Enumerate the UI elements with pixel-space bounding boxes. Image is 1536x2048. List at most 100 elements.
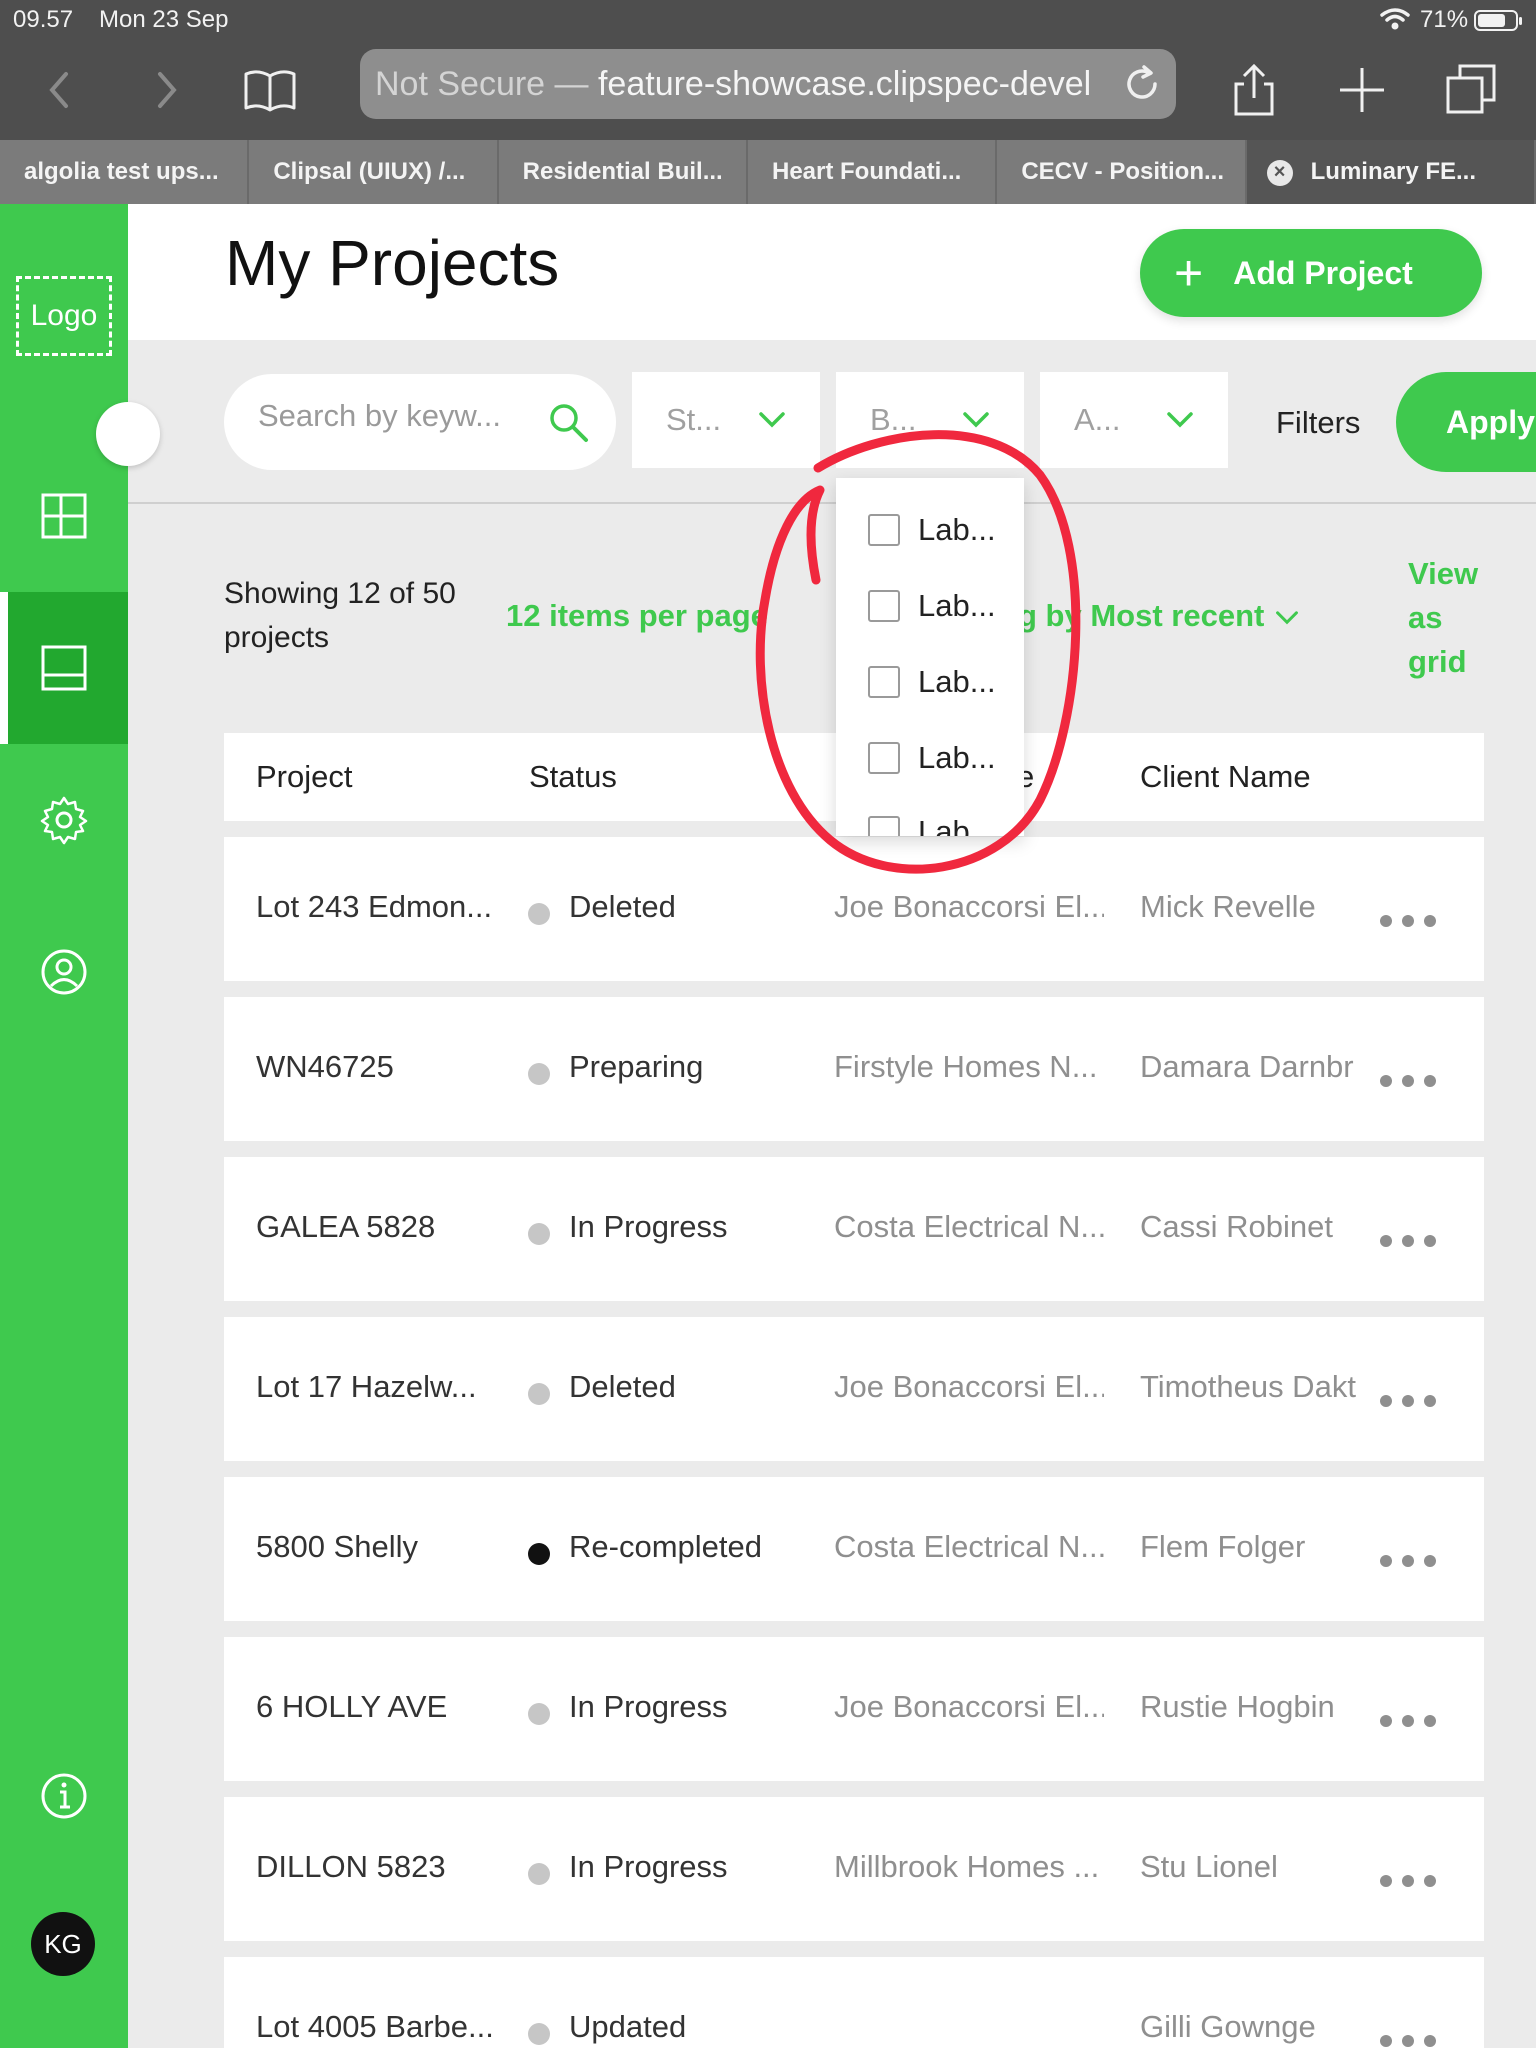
more-options-icon[interactable] bbox=[1380, 1859, 1446, 1889]
table-row[interactable]: WN46725 Preparing Firstyle Homes N... Da… bbox=[224, 997, 1484, 1141]
more-options-icon[interactable] bbox=[1380, 899, 1446, 929]
client-name: Timotheus Dakt bbox=[1140, 1369, 1356, 1404]
browser-tab[interactable]: algolia test ups... bbox=[0, 140, 250, 204]
more-options-icon[interactable] bbox=[1380, 1059, 1446, 1089]
chevron-down-icon bbox=[963, 412, 989, 428]
more-options-icon[interactable] bbox=[1380, 1539, 1446, 1569]
option-label: Lab... bbox=[918, 664, 996, 699]
more-options-icon[interactable] bbox=[1380, 1379, 1446, 1409]
dropdown-option[interactable]: Lab... bbox=[868, 662, 996, 702]
more-options-icon[interactable] bbox=[1380, 1219, 1446, 1249]
table-row[interactable]: 5800 Shelly Re-completed Costa Electrica… bbox=[224, 1477, 1484, 1621]
search-icon[interactable] bbox=[544, 398, 592, 446]
project-name[interactable]: DILLON 5823 bbox=[256, 1849, 496, 1885]
checkbox[interactable] bbox=[868, 742, 900, 774]
project-status: Deleted bbox=[569, 1369, 676, 1404]
builder-dropdown[interactable]: B... bbox=[836, 372, 1024, 468]
project-name[interactable]: Lot 4005 Barbe... bbox=[256, 2009, 496, 2045]
battery-icon bbox=[1474, 10, 1522, 31]
chevron-down-icon bbox=[1167, 412, 1193, 428]
project-name[interactable]: 6 HOLLY AVE bbox=[256, 1689, 496, 1725]
sidebar-item-info[interactable] bbox=[0, 1720, 128, 1872]
dropdown-option[interactable]: Lab... bbox=[868, 510, 996, 550]
option-label: Lab... bbox=[918, 512, 996, 547]
dropdown-option[interactable]: Lab bbox=[868, 812, 970, 836]
reload-icon[interactable] bbox=[1122, 64, 1162, 104]
column-header-project[interactable]: Project bbox=[256, 759, 352, 795]
table-row[interactable]: GALEA 5828 In Progress Costa Electrical … bbox=[224, 1157, 1484, 1301]
address-bar[interactable]: Not Secure — feature-showcase.clipspec-d… bbox=[360, 49, 1176, 119]
project-name[interactable]: Lot 17 Hazelw... bbox=[256, 1369, 496, 1405]
browser-tab-active[interactable]: × Luminary FE... bbox=[1246, 140, 1536, 204]
status-dot bbox=[528, 1543, 550, 1565]
share-icon[interactable] bbox=[1224, 60, 1284, 120]
checkbox[interactable] bbox=[868, 666, 900, 698]
project-name[interactable]: Lot 243 Edmon... bbox=[256, 889, 496, 925]
sidebar-item-projects[interactable] bbox=[0, 592, 128, 744]
builder-name: Joe Bonaccorsi El... bbox=[834, 1369, 1104, 1404]
table-row[interactable]: 6 HOLLY AVE In Progress Joe Bonaccorsi E… bbox=[224, 1637, 1484, 1781]
table-row[interactable]: Lot 17 Hazelw... Deleted Joe Bonaccorsi … bbox=[224, 1317, 1484, 1461]
checkbox[interactable] bbox=[868, 514, 900, 546]
dropdown-option[interactable]: Lab... bbox=[868, 586, 996, 626]
view-as-grid-link[interactable]: View as grid bbox=[1408, 552, 1508, 684]
search-input[interactable]: Search by keyw... bbox=[224, 374, 616, 470]
clock: 09.57 bbox=[13, 6, 74, 33]
table-row[interactable]: Lot 4005 Barbe... Updated Gilli Gownge bbox=[224, 1957, 1484, 2048]
status-dropdown-label: St... bbox=[666, 402, 722, 437]
info-icon bbox=[41, 1773, 87, 1819]
tab-label: Heart Foundati... bbox=[771, 158, 962, 185]
dropdown-option[interactable]: Lab... bbox=[868, 738, 996, 778]
filter-divider bbox=[128, 502, 1536, 504]
status-dot bbox=[528, 2023, 550, 2045]
projects-icon bbox=[41, 645, 87, 691]
checkbox[interactable] bbox=[868, 816, 900, 836]
avatar[interactable]: KG bbox=[31, 1912, 95, 1976]
browser-tab-strip: algolia test ups... Clipsal (UIUX) /... … bbox=[0, 140, 1536, 204]
status-dot bbox=[528, 903, 550, 925]
assignee-dropdown-label: A... bbox=[1074, 402, 1121, 437]
add-project-button[interactable]: + Add Project bbox=[1140, 229, 1482, 317]
builder-name: Costa Electrical N... bbox=[834, 1529, 1104, 1564]
sidebar-collapse-toggle[interactable] bbox=[96, 402, 160, 466]
status-dot bbox=[528, 1383, 550, 1405]
browser-tab[interactable]: Clipsal (UIUX) /... bbox=[249, 140, 499, 204]
forward-icon[interactable] bbox=[136, 60, 196, 120]
logo-placeholder[interactable]: Logo bbox=[16, 276, 112, 356]
new-tab-icon[interactable] bbox=[1332, 60, 1392, 120]
project-name[interactable]: 5800 Shelly bbox=[256, 1529, 496, 1565]
more-options-icon[interactable] bbox=[1380, 1699, 1446, 1729]
dashboard-icon bbox=[41, 493, 87, 539]
checkbox[interactable] bbox=[868, 590, 900, 622]
column-header-status[interactable]: Status bbox=[529, 759, 617, 795]
bookmarks-icon[interactable] bbox=[240, 60, 300, 120]
project-name[interactable]: WN46725 bbox=[256, 1049, 496, 1085]
project-status: Updated bbox=[569, 2009, 687, 2044]
column-header-client-name[interactable]: Client Name bbox=[1140, 759, 1311, 795]
builder-name: Firstyle Homes N... bbox=[834, 1049, 1098, 1084]
back-icon[interactable] bbox=[30, 60, 90, 120]
table-row[interactable]: DILLON 5823 In Progress Millbrook Homes … bbox=[224, 1797, 1484, 1941]
apply-filters-button[interactable]: Apply bbox=[1396, 372, 1536, 472]
browser-tab[interactable]: CECV - Position... bbox=[997, 140, 1247, 204]
status-dot bbox=[528, 1063, 550, 1085]
client-name: Flem Folger bbox=[1140, 1529, 1306, 1564]
sidebar-item-dashboard[interactable] bbox=[0, 440, 128, 592]
client-name: Damara Darnbr bbox=[1140, 1049, 1354, 1084]
status-dropdown[interactable]: St... bbox=[632, 372, 820, 468]
browser-tab[interactable]: Heart Foundati... bbox=[748, 140, 998, 204]
browser-tab[interactable]: Residential Buil... bbox=[499, 140, 748, 204]
items-per-page-select[interactable]: 12 items per page bbox=[506, 598, 768, 634]
tabs-overview-icon[interactable] bbox=[1442, 60, 1502, 120]
sort-prefix: g by bbox=[1018, 598, 1082, 633]
table-row[interactable]: Lot 243 Edmon... Deleted Joe Bonaccorsi … bbox=[224, 837, 1484, 981]
more-options-icon[interactable] bbox=[1380, 2019, 1446, 2048]
sort-select[interactable]: g by Most recent bbox=[1018, 598, 1301, 634]
close-tab-icon[interactable]: × bbox=[1266, 160, 1293, 186]
sidebar-item-settings[interactable] bbox=[0, 744, 128, 896]
project-name[interactable]: GALEA 5828 bbox=[256, 1209, 496, 1245]
builder-name: Joe Bonaccorsi El... bbox=[834, 1689, 1104, 1724]
assignee-dropdown[interactable]: A... bbox=[1040, 372, 1228, 468]
chevron-down-icon bbox=[1276, 611, 1298, 625]
sidebar-item-account[interactable] bbox=[0, 896, 128, 1048]
